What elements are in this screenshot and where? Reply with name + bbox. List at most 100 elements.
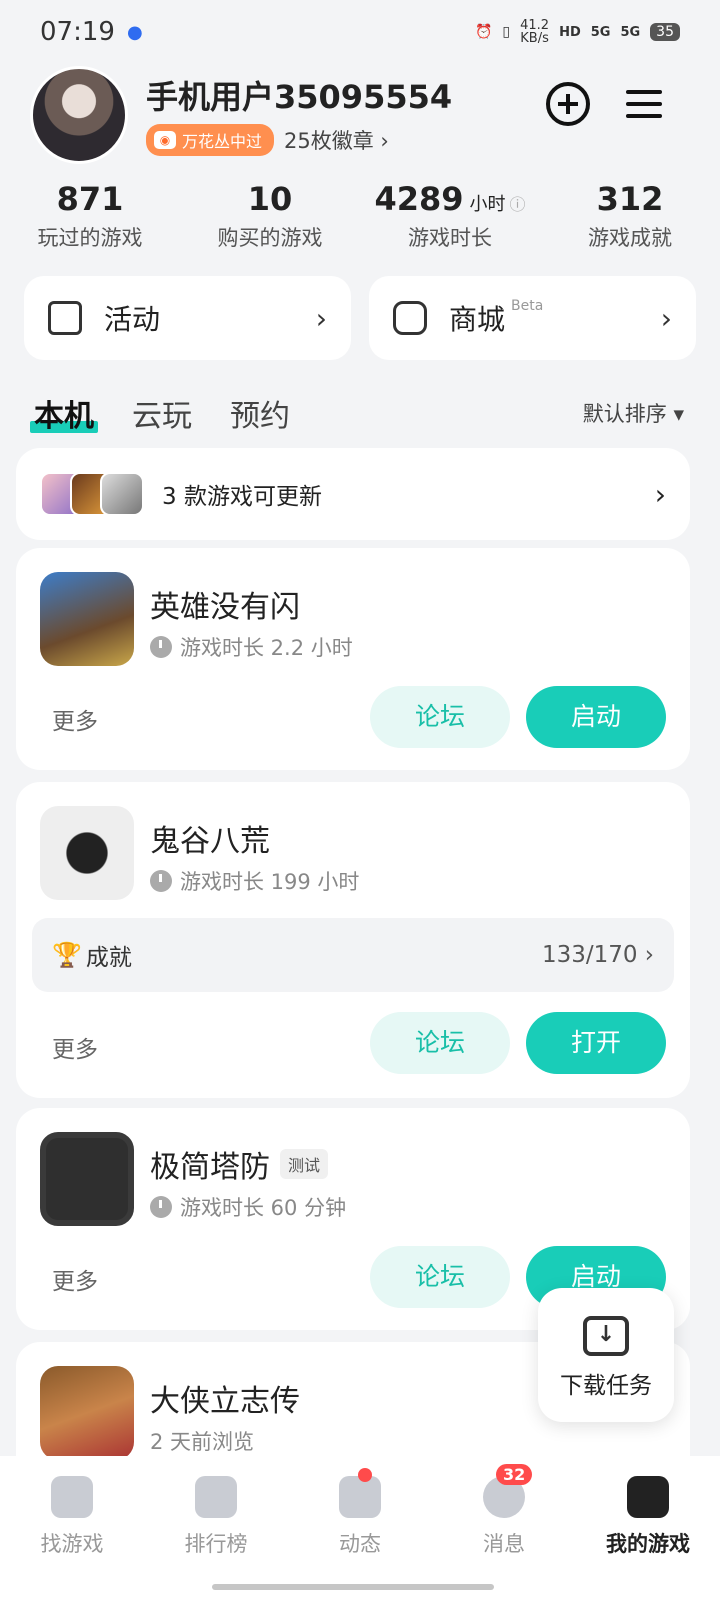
stat-played[interactable]: 871 玩过的游戏: [0, 180, 180, 252]
shop-card[interactable]: 商城 Beta ›: [369, 276, 696, 360]
forum-button[interactable]: 论坛: [370, 1012, 510, 1074]
stat-label: 购买的游戏: [217, 226, 323, 250]
signal-1: 5G: [590, 24, 611, 40]
chevron-right-icon: ›: [654, 477, 666, 511]
title-badge[interactable]: ◉ 万花丛中过: [146, 124, 275, 156]
beta-tag: Beta: [511, 298, 544, 314]
nav-messages[interactable]: 32 消息: [432, 1456, 576, 1600]
update-banner[interactable]: 3 款游戏可更新 ›: [16, 448, 690, 540]
gift-icon: [48, 301, 82, 335]
forum-button[interactable]: 论坛: [370, 686, 510, 748]
stat-label: 游戏时长: [408, 226, 492, 250]
game-card[interactable]: 鬼谷八荒 游戏时长 199 小时 🏆 成就 133/170 › 更多 论坛 打开: [16, 782, 690, 1098]
game-title: 英雄没有闪: [150, 590, 300, 625]
status-bar: 07:19 ● ⏰ ▯ 41.2 KB/s HD 5G 5G 35: [0, 0, 720, 64]
bottom-nav: 找游戏 排行榜 动态 32 消息 我的游戏: [0, 1456, 720, 1600]
more-button[interactable]: 更多: [52, 1262, 98, 1296]
achievement-value: 133/170 ›: [541, 942, 654, 968]
update-text: 3 款游戏可更新: [162, 484, 322, 510]
game-icon[interactable]: [40, 572, 134, 666]
feed-icon: [339, 1476, 381, 1518]
stat-value: 10: [247, 180, 293, 218]
vibrate-icon: ▯: [502, 24, 511, 40]
game-name[interactable]: 英雄没有闪: [150, 582, 300, 626]
update-icons: [40, 472, 144, 516]
shop-icon: [393, 301, 427, 335]
download-icon: [583, 1316, 629, 1356]
forum-button[interactable]: 论坛: [370, 1246, 510, 1308]
message-count-badge: 32: [496, 1464, 533, 1485]
achievement-row[interactable]: 🏆 成就 133/170 ›: [32, 918, 674, 992]
gamepad-icon: ◉: [154, 131, 176, 149]
shop-label: 商城: [449, 303, 506, 336]
activity-label: 活动: [104, 303, 161, 336]
tab-cloud[interactable]: 云玩: [132, 391, 192, 435]
nav-label: 找游戏: [40, 1532, 104, 1556]
info-icon[interactable]: ⓘ: [510, 195, 526, 214]
more-button[interactable]: 更多: [52, 1030, 98, 1064]
game-name[interactable]: 极简塔防 测试: [150, 1142, 329, 1186]
hd-icon: HD: [559, 24, 581, 40]
find-games-icon: [51, 1476, 93, 1518]
activity-card[interactable]: 活动 ›: [24, 276, 351, 360]
net-speed-unit: KB/s: [520, 31, 549, 46]
home-indicator[interactable]: [212, 1584, 494, 1590]
sort-dropdown[interactable]: 默认排序 ▾: [583, 398, 684, 428]
alarm-icon: ⏰: [474, 24, 493, 40]
nav-label: 我的游戏: [606, 1532, 690, 1556]
stat-unit: 小时: [469, 194, 506, 215]
status-right: ⏰ ▯ 41.2 KB/s HD 5G 5G 35: [475, 19, 680, 45]
stat-purchased[interactable]: 10 购买的游戏: [180, 180, 360, 252]
nav-label: 排行榜: [184, 1532, 248, 1556]
more-button[interactable]: 更多: [52, 702, 98, 736]
medals-link[interactable]: 25枚徽章 ›: [284, 125, 389, 155]
trophy-icon: 🏆: [52, 941, 82, 969]
rankings-icon: [195, 1476, 237, 1518]
game-card[interactable]: 英雄没有闪 游戏时长 2.2 小时 更多 论坛 启动: [16, 548, 690, 770]
game-title: 鬼谷八荒: [150, 824, 270, 859]
gamepad-icon: [627, 1476, 669, 1518]
launch-button[interactable]: 启动: [526, 686, 666, 748]
notification-dot: [358, 1468, 372, 1482]
stat-playtime[interactable]: 4289 小时 ⓘ 游戏时长: [360, 180, 540, 252]
quick-cards: 活动 › 商城 Beta ›: [24, 276, 696, 360]
game-icon[interactable]: [40, 1366, 134, 1460]
stat-achievements[interactable]: 312 游戏成就: [540, 180, 720, 252]
stat-value: 871: [56, 180, 124, 218]
download-task-button[interactable]: 下载任务: [538, 1288, 674, 1422]
achievement-label: 成就: [85, 945, 132, 971]
nav-my-games[interactable]: 我的游戏: [576, 1456, 720, 1600]
game-icon[interactable]: [40, 1132, 134, 1226]
nav-find-games[interactable]: 找游戏: [0, 1456, 144, 1600]
avatar[interactable]: [30, 66, 128, 164]
battery-icon: 35: [650, 23, 680, 41]
nav-feed[interactable]: 动态: [288, 1456, 432, 1600]
game-name[interactable]: 鬼谷八荒: [150, 816, 270, 860]
timer-icon: [150, 636, 172, 658]
chevron-right-icon: ›: [315, 301, 327, 335]
menu-button[interactable]: [622, 82, 666, 126]
username[interactable]: 手机用户35095554: [146, 72, 452, 118]
nav-rankings[interactable]: 排行榜: [144, 1456, 288, 1600]
timer-icon: [150, 870, 172, 892]
game-name[interactable]: 大侠立志传: [150, 1376, 300, 1420]
open-button[interactable]: 打开: [526, 1012, 666, 1074]
stat-value: 312: [596, 180, 664, 218]
tab-local[interactable]: 本机: [30, 391, 98, 435]
baidu-icon: ●: [126, 21, 143, 43]
stat-label: 游戏成就: [588, 226, 672, 250]
stat-label: 玩过的游戏: [37, 226, 143, 250]
badge-row: ◉ 万花丛中过 25枚徽章 ›: [146, 124, 389, 156]
game-thumb: [100, 472, 144, 516]
game-playtime: 游戏时长 199 小时: [150, 866, 359, 896]
stats-row: 871 玩过的游戏 10 购买的游戏 4289 小时 ⓘ 游戏时长 312 游戏成就: [0, 180, 720, 252]
game-icon[interactable]: [40, 806, 134, 900]
game-tabs: 本机 云玩 预约 默认排序 ▾: [30, 388, 684, 438]
add-button[interactable]: [546, 82, 590, 126]
playtime-text: 游戏时长 2.2 小时: [180, 636, 353, 660]
tab-reserve[interactable]: 预约: [230, 391, 290, 435]
tab-label: 本机: [34, 399, 94, 434]
tab-label: 云玩: [132, 399, 192, 434]
chevron-right-icon: ›: [660, 301, 672, 335]
stat-value: 4289: [374, 180, 464, 218]
